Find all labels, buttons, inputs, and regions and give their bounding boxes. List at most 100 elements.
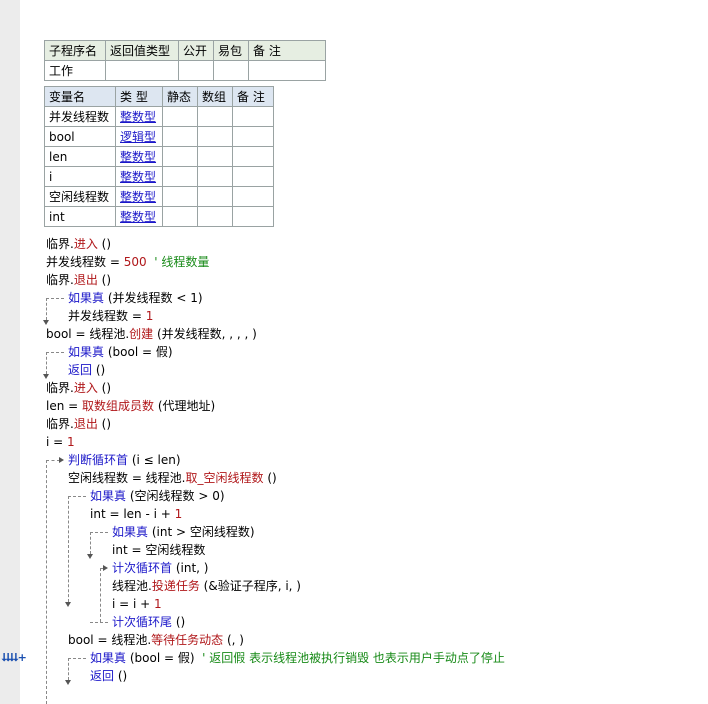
var-remark-cell[interactable] — [232, 106, 274, 127]
return-type-cell[interactable] — [105, 60, 179, 81]
flow-guide — [68, 496, 86, 497]
array-cell[interactable] — [197, 186, 233, 207]
col-remark: 备 注 — [248, 40, 326, 61]
breakpoint-icon[interactable]: ⮇⮇+ — [2, 651, 27, 665]
type-link[interactable]: 整数型 — [120, 150, 156, 164]
variable-table: 变量名 类 型 静态 数组 备 注 并发线程数 整数型 bool 逻辑型 len… — [44, 86, 274, 227]
code-line[interactable]: 如果真 (bool = 假) — [68, 343, 173, 361]
code-line[interactable]: 计次循环首 (int, ) — [112, 559, 208, 577]
table-row[interactable]: len 整数型 — [44, 146, 274, 167]
col-array: 数组 — [197, 86, 233, 107]
sub-name-cell[interactable]: 工作 — [44, 60, 106, 81]
static-cell[interactable] — [162, 186, 198, 207]
arrow-right-icon — [103, 565, 108, 571]
type-link[interactable]: 整数型 — [120, 210, 156, 224]
code-line[interactable]: 如果真 (空闲线程数 > 0) — [90, 487, 225, 505]
var-name-cell[interactable]: int — [44, 206, 116, 227]
static-cell[interactable] — [162, 126, 198, 147]
var-remark-cell[interactable] — [232, 126, 274, 147]
code-line[interactable]: 并发线程数 = 500 ' 线程数量 — [46, 253, 209, 271]
flow-guide — [68, 658, 69, 680]
static-cell[interactable] — [162, 166, 198, 187]
code-line[interactable]: bool = 线程池.等待任务动态 (, ) — [68, 631, 244, 649]
col-var-name: 变量名 — [44, 86, 116, 107]
code-line[interactable]: bool = 线程池.创建 (并发线程数, , , , ) — [46, 325, 257, 343]
col-easy-pkg: 易包 — [213, 40, 249, 61]
array-cell[interactable] — [197, 126, 233, 147]
var-name-cell[interactable]: 并发线程数 — [44, 106, 116, 127]
table-row[interactable]: 空闲线程数 整数型 — [44, 186, 274, 207]
code-line[interactable]: 临界.进入 () — [46, 235, 111, 253]
var-type-cell[interactable]: 逻辑型 — [115, 126, 163, 147]
table-row[interactable]: 并发线程数 整数型 — [44, 106, 274, 127]
flow-guide — [46, 352, 47, 374]
editor-gutter — [0, 0, 20, 704]
var-type-cell[interactable]: 整数型 — [115, 106, 163, 127]
code-line[interactable]: 判断循环首 (i ≤ len) — [68, 451, 181, 469]
flow-guide — [46, 352, 64, 353]
loop-guide — [46, 460, 47, 704]
subroutine-table: 子程序名 返回值类型 公开 易包 备 注 工作 — [44, 40, 326, 81]
code-line[interactable]: 临界.退出 () — [46, 271, 111, 289]
array-cell[interactable] — [197, 206, 233, 227]
flow-guide — [90, 622, 108, 623]
code-line[interactable]: int = 空闲线程数 — [112, 541, 205, 559]
arrow-right-icon — [59, 457, 64, 463]
static-cell[interactable] — [162, 206, 198, 227]
var-name-cell[interactable]: len — [44, 146, 116, 167]
var-name-cell[interactable]: 空闲线程数 — [44, 186, 116, 207]
var-remark-cell[interactable] — [232, 186, 274, 207]
static-cell[interactable] — [162, 106, 198, 127]
loop-guide — [100, 568, 101, 622]
code-line[interactable]: i = i + 1 — [112, 595, 162, 613]
remark-cell[interactable] — [248, 60, 326, 81]
flow-guide — [46, 298, 47, 320]
static-cell[interactable] — [162, 146, 198, 167]
var-remark-cell[interactable] — [232, 206, 274, 227]
code-line[interactable]: 并发线程数 = 1 — [68, 307, 153, 325]
arrow-down-icon — [65, 602, 71, 607]
table-row[interactable]: int 整数型 — [44, 206, 274, 227]
var-type-cell[interactable]: 整数型 — [115, 146, 163, 167]
code-line[interactable]: 临界.进入 () — [46, 379, 111, 397]
var-remark-cell[interactable] — [232, 166, 274, 187]
type-link[interactable]: 逻辑型 — [120, 130, 156, 144]
code-line[interactable]: 如果真 (bool = 假) ' 返回假 表示线程池被执行销毁 也表示用户手动点… — [90, 649, 505, 667]
code-line[interactable]: 线程池.投递任务 (&验证子程序, i, ) — [112, 577, 301, 595]
var-type-cell[interactable]: 整数型 — [115, 206, 163, 227]
code-line[interactable]: 如果真 (并发线程数 < 1) — [68, 289, 203, 307]
col-var-remark: 备 注 — [232, 86, 274, 107]
array-cell[interactable] — [197, 166, 233, 187]
code-line[interactable]: 返回 () — [68, 361, 105, 379]
easy-pkg-cell[interactable] — [213, 60, 249, 81]
table-row[interactable]: i 整数型 — [44, 166, 274, 187]
code-line[interactable]: 空闲线程数 = 线程池.取_空闲线程数 () — [68, 469, 277, 487]
type-link[interactable]: 整数型 — [120, 190, 156, 204]
var-remark-cell[interactable] — [232, 146, 274, 167]
type-link[interactable]: 整数型 — [120, 110, 156, 124]
var-type-cell[interactable]: 整数型 — [115, 186, 163, 207]
arrow-down-icon — [87, 554, 93, 559]
array-cell[interactable] — [197, 146, 233, 167]
col-public: 公开 — [178, 40, 214, 61]
var-name-cell[interactable]: bool — [44, 126, 116, 147]
code-line[interactable]: 返回 () — [90, 667, 127, 685]
table-row[interactable]: bool 逻辑型 — [44, 126, 274, 147]
col-static: 静态 — [162, 86, 198, 107]
code-line[interactable]: 临界.退出 () — [46, 415, 111, 433]
type-link[interactable]: 整数型 — [120, 170, 156, 184]
flow-guide — [46, 298, 64, 299]
code-line[interactable]: i = 1 — [46, 433, 75, 451]
flow-guide — [68, 658, 86, 659]
code-line[interactable]: len = 取数组成员数 (代理地址) — [46, 397, 215, 415]
var-type-cell[interactable]: 整数型 — [115, 166, 163, 187]
array-cell[interactable] — [197, 106, 233, 127]
code-line[interactable]: 计次循环尾 () — [112, 613, 185, 631]
col-var-type: 类 型 — [115, 86, 163, 107]
var-name-cell[interactable]: i — [44, 166, 116, 187]
code-line[interactable]: 如果真 (int > 空闲线程数) — [112, 523, 255, 541]
code-line[interactable]: int = len - i + 1 — [90, 505, 182, 523]
public-cell[interactable] — [178, 60, 214, 81]
arrow-down-icon — [65, 680, 71, 685]
col-sub-name: 子程序名 — [44, 40, 106, 61]
